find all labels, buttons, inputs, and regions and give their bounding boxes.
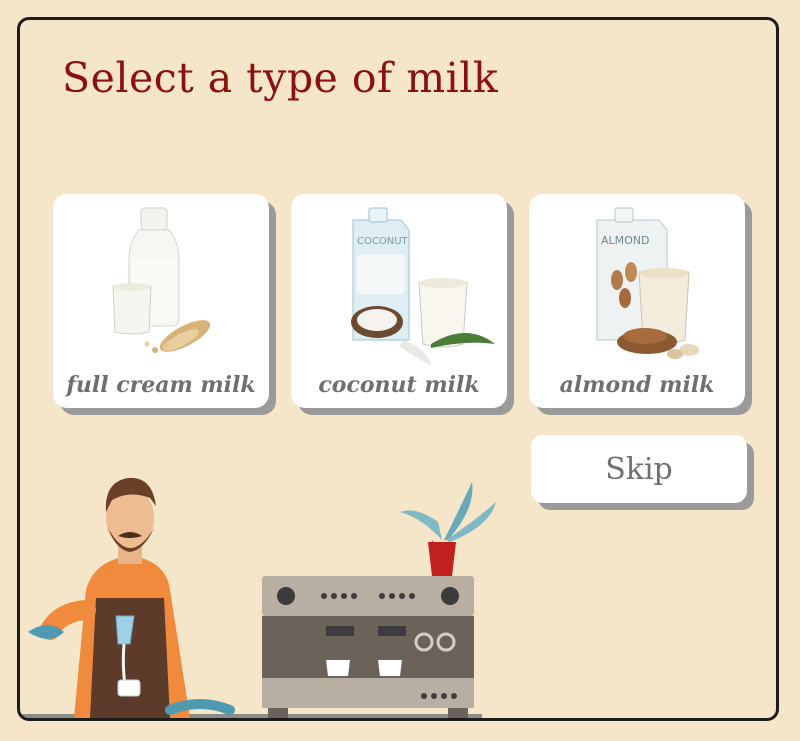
espresso-machine-icon (262, 576, 474, 718)
milk-selection-panel: Select a type of milk full cream milk CO… (17, 17, 779, 721)
plant-pot-icon (400, 482, 496, 576)
barista-icon (28, 477, 235, 718)
barista-scene-illustration (20, 477, 496, 718)
